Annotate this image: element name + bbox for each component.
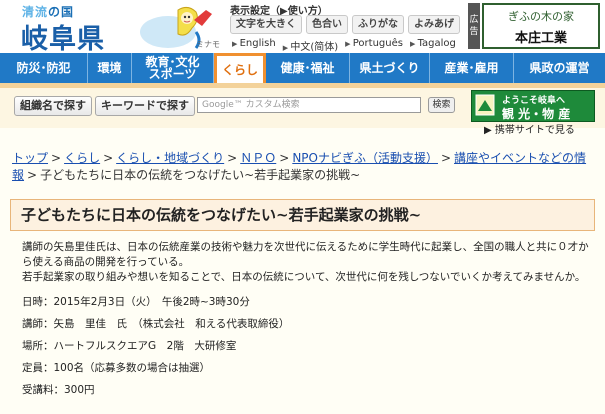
event-lecturer: 講師：矢島 里佳 氏 （株式会社 和える代表取締役） [22, 318, 290, 330]
site-logo[interactable]: 岐阜県 [21, 17, 105, 56]
ad-tagline: ぎふの木の家 [508, 10, 574, 23]
tourism-icon [475, 94, 495, 116]
intro-paragraph-1: 講師の矢島里佳氏は、日本の伝統産業の技術や魅力を次世代に伝えるために学生時代に起… [22, 241, 589, 268]
breadcrumb-npo-navi[interactable]: NPOナビぎふ（活動支援） [292, 151, 438, 165]
page-title: 子どもたちに日本の伝統をつなげたい~若手起業家の挑戦~ [10, 199, 595, 231]
breadcrumb-separator: > [279, 151, 290, 165]
lang-portuguese-link[interactable]: Português [345, 38, 403, 53]
breadcrumb-community[interactable]: くらし・地域づくり [116, 151, 224, 165]
mascot-caption: ミナモ [196, 40, 220, 49]
ad-company: 本庄工業 [514, 31, 567, 46]
read-aloud-button[interactable]: よみあげ [408, 15, 460, 34]
display-settings-buttons: 文字を大きく 色合い ふりがな よみあげ [230, 15, 460, 34]
event-venue: 場所：ハートフルスクエアG 2階 大研修室 [22, 340, 237, 352]
breadcrumb-npo[interactable]: ＮＰＯ [240, 151, 276, 165]
global-nav: 防災･防犯 環境 教育･文化 スポーツ くらし 健康･福祉 県土づくり 産業･雇… [0, 53, 605, 83]
tourism-banner[interactable]: ようこそ岐阜へ 観 光・物 産 [471, 90, 595, 122]
breadcrumb-separator: > [27, 168, 38, 182]
breadcrumb-separator: > [227, 151, 238, 165]
ad-banner[interactable]: ぎふの木の家 本庄工業 [482, 3, 600, 49]
breadcrumb-separator: > [51, 151, 62, 165]
breadcrumb-top[interactable]: トップ [12, 151, 48, 165]
nav-land-development[interactable]: 県土づくり [350, 53, 430, 83]
event-capacity: 定員：100名（応募多数の場合は抽選） [22, 362, 211, 374]
ad-label: 広告 [468, 3, 480, 49]
language-links: English 中文(简体) Português Tagalog [232, 38, 456, 53]
breadcrumb-separator: > [103, 151, 114, 165]
event-fee: 受講料：300円 [22, 384, 95, 396]
lang-chinese-link[interactable]: 中文(简体) [283, 38, 338, 53]
lang-english-link[interactable]: English [232, 38, 276, 53]
keyword-search-button[interactable]: キーワードで探す [95, 96, 195, 116]
tourism-banner-line2: 観 光・物 産 [502, 107, 571, 121]
site-header: 清流の国 岐阜県 ミナモ 表示設定（▶使い方） 文字を大きく 色合い ふりがな … [0, 0, 605, 56]
enlarge-text-button[interactable]: 文字を大きく [230, 15, 302, 34]
nav-living[interactable]: くらし [214, 53, 266, 83]
intro-paragraph-2: 若手起業家の取り組みや想いを知ることで、日本の伝統について、次世代に何を残しつな… [22, 271, 586, 283]
breadcrumb: トップ > くらし > くらし・地域づくり > ＮＰＯ > NPOナビぎふ（活動支援） > 講座やイ… [12, 150, 597, 184]
nav-industry-employment[interactable]: 産業･雇用 [430, 53, 514, 83]
article-body: 講師の矢島里佳氏は、日本の伝統産業の技術や魅力を次世代に伝えるために学生時代に起… [22, 240, 592, 397]
org-search-button[interactable]: 組織名で探す [14, 96, 92, 116]
lang-tagalog-link[interactable]: Tagalog [410, 38, 456, 53]
breadcrumb-separator: > [440, 151, 452, 165]
nav-education-culture[interactable]: 教育･文化 スポーツ [132, 53, 214, 83]
breadcrumb-living[interactable]: くらし [64, 151, 100, 165]
mobile-site-link[interactable]: ▶ 携帯サイトで見る [484, 121, 575, 136]
breadcrumb-current: 子どもたちに日本の伝統をつなげたい~若手起業家の挑戦~ [40, 168, 361, 182]
nav-prefectural-admin[interactable]: 県政の運営 [514, 53, 605, 83]
nav-health-welfare[interactable]: 健康･福祉 [266, 53, 350, 83]
event-date: 日時：2015年2月3日（火） 午後2時~3時30分 [22, 296, 250, 308]
nav-disaster-prevention[interactable]: 防災･防犯 [0, 53, 88, 83]
color-scheme-button[interactable]: 色合い [306, 15, 348, 34]
search-input[interactable]: Google™ カスタム検索 [197, 97, 421, 113]
search-submit-button[interactable]: 検索 [428, 97, 455, 113]
nav-environment[interactable]: 環境 [88, 53, 132, 83]
furigana-button[interactable]: ふりがな [352, 15, 404, 34]
article-intro: 講師の矢島里佳氏は、日本の伝統産業の技術や魅力を次世代に伝えるために学生時代に起… [22, 240, 592, 285]
